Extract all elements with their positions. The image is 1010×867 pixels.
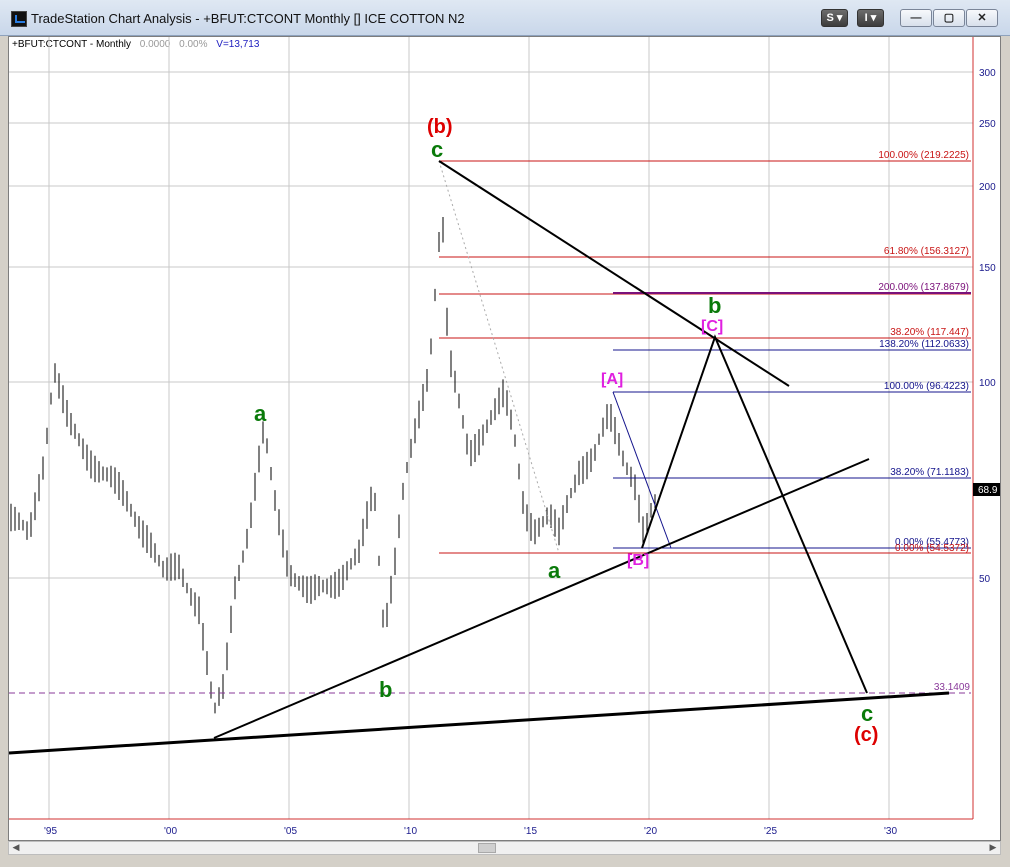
fib-label: 38.20% (71.1183) bbox=[890, 467, 969, 478]
wave-label-a: a bbox=[254, 401, 267, 426]
wave-label-c-paren: (c) bbox=[854, 724, 878, 746]
time-tick: '15 bbox=[524, 826, 537, 837]
tradestation-app-icon bbox=[11, 11, 27, 27]
scroll-right-arrow-icon[interactable]: ▶ bbox=[986, 842, 1000, 854]
wave-label-c: c bbox=[431, 137, 443, 162]
time-tick: '30 bbox=[884, 826, 897, 837]
fib-label: 100.00% (219.2225) bbox=[878, 150, 969, 161]
wave-label-b: b bbox=[708, 293, 721, 318]
wave-label-c: c bbox=[861, 701, 873, 726]
wave-label-a: a bbox=[548, 558, 561, 583]
scrollbar-thumb[interactable] bbox=[478, 843, 496, 853]
time-tick: '05 bbox=[284, 826, 297, 837]
time-tick: '20 bbox=[644, 826, 657, 837]
price-bars bbox=[10, 216, 656, 714]
fib-label: 0.00% (54.5372) bbox=[895, 543, 969, 554]
status-bar bbox=[0, 855, 1010, 867]
wave-label-C-bracket: [C] bbox=[701, 318, 723, 335]
trendlines bbox=[9, 160, 950, 755]
projected-wave-path bbox=[641, 334, 868, 694]
time-tick: '00 bbox=[164, 826, 177, 837]
price-tick: 200 bbox=[979, 182, 996, 193]
i-menu-button[interactable]: I ▾ bbox=[857, 9, 884, 27]
price-tick: 300 bbox=[979, 68, 996, 79]
current-price-label: 68.9 bbox=[978, 485, 998, 496]
time-tick: '95 bbox=[44, 826, 57, 837]
blue-retrace-line bbox=[612, 391, 672, 549]
price-tick: 50 bbox=[979, 574, 991, 585]
fibonacci-labels: 100.00% (219.2225) 61.80% (156.3127) 200… bbox=[878, 150, 970, 693]
fib-label: 200.00% (137.8679) bbox=[878, 282, 969, 293]
wave-labels: (b) c a b a [A] [B] [C] b c (c) bbox=[254, 116, 878, 746]
wave-label-b-paren: (b) bbox=[427, 116, 453, 138]
close-button[interactable]: ✕ bbox=[966, 9, 998, 27]
fibonacci-levels bbox=[9, 160, 971, 694]
s-menu-button[interactable]: S ▾ bbox=[821, 9, 848, 27]
price-chart: 300 250 200 150 100 50 68.9 '95 '00 '05 … bbox=[9, 37, 1000, 837]
wave-label-b: b bbox=[379, 677, 392, 702]
horizontal-scrollbar[interactable]: ◀ ▶ bbox=[8, 841, 1001, 855]
wave-label-B-bracket: [B] bbox=[627, 552, 649, 569]
fib-label: 33.1409 bbox=[934, 682, 971, 693]
fib-label: 38.20% (117.447) bbox=[890, 327, 969, 338]
wave-label-A-bracket: [A] bbox=[601, 371, 623, 388]
chart-area[interactable]: +BFUT:CTCONT - Monthly 0.0000 0.00% V=13… bbox=[8, 36, 1001, 841]
fib-label: 100.00% (96.4223) bbox=[884, 381, 969, 392]
scroll-left-arrow-icon[interactable]: ◀ bbox=[9, 842, 23, 854]
long-term-support-line bbox=[9, 691, 950, 755]
price-tick: 250 bbox=[979, 119, 996, 130]
minimize-button[interactable]: — bbox=[900, 9, 932, 27]
falling-resistance-line bbox=[438, 160, 790, 387]
dotted-retrace-line bbox=[438, 160, 560, 554]
price-tick: 100 bbox=[979, 378, 996, 389]
time-tick: '25 bbox=[764, 826, 777, 837]
fib-label: 61.80% (156.3127) bbox=[884, 246, 969, 257]
window-titlebar: TradeStation Chart Analysis - +BFUT:CTCO… bbox=[0, 0, 1010, 36]
time-tick: '10 bbox=[404, 826, 417, 837]
maximize-button[interactable]: ▢ bbox=[933, 9, 965, 27]
price-tick: 150 bbox=[979, 263, 996, 274]
time-axis: '95 '00 '05 '10 '15 '20 '25 '30 bbox=[44, 826, 897, 837]
fib-label: 138.20% (112.0633) bbox=[879, 339, 969, 350]
window-title: TradeStation Chart Analysis - +BFUT:CTCO… bbox=[31, 11, 465, 26]
price-axis: 300 250 200 150 100 50 bbox=[979, 68, 996, 585]
rising-trendline bbox=[213, 458, 870, 739]
